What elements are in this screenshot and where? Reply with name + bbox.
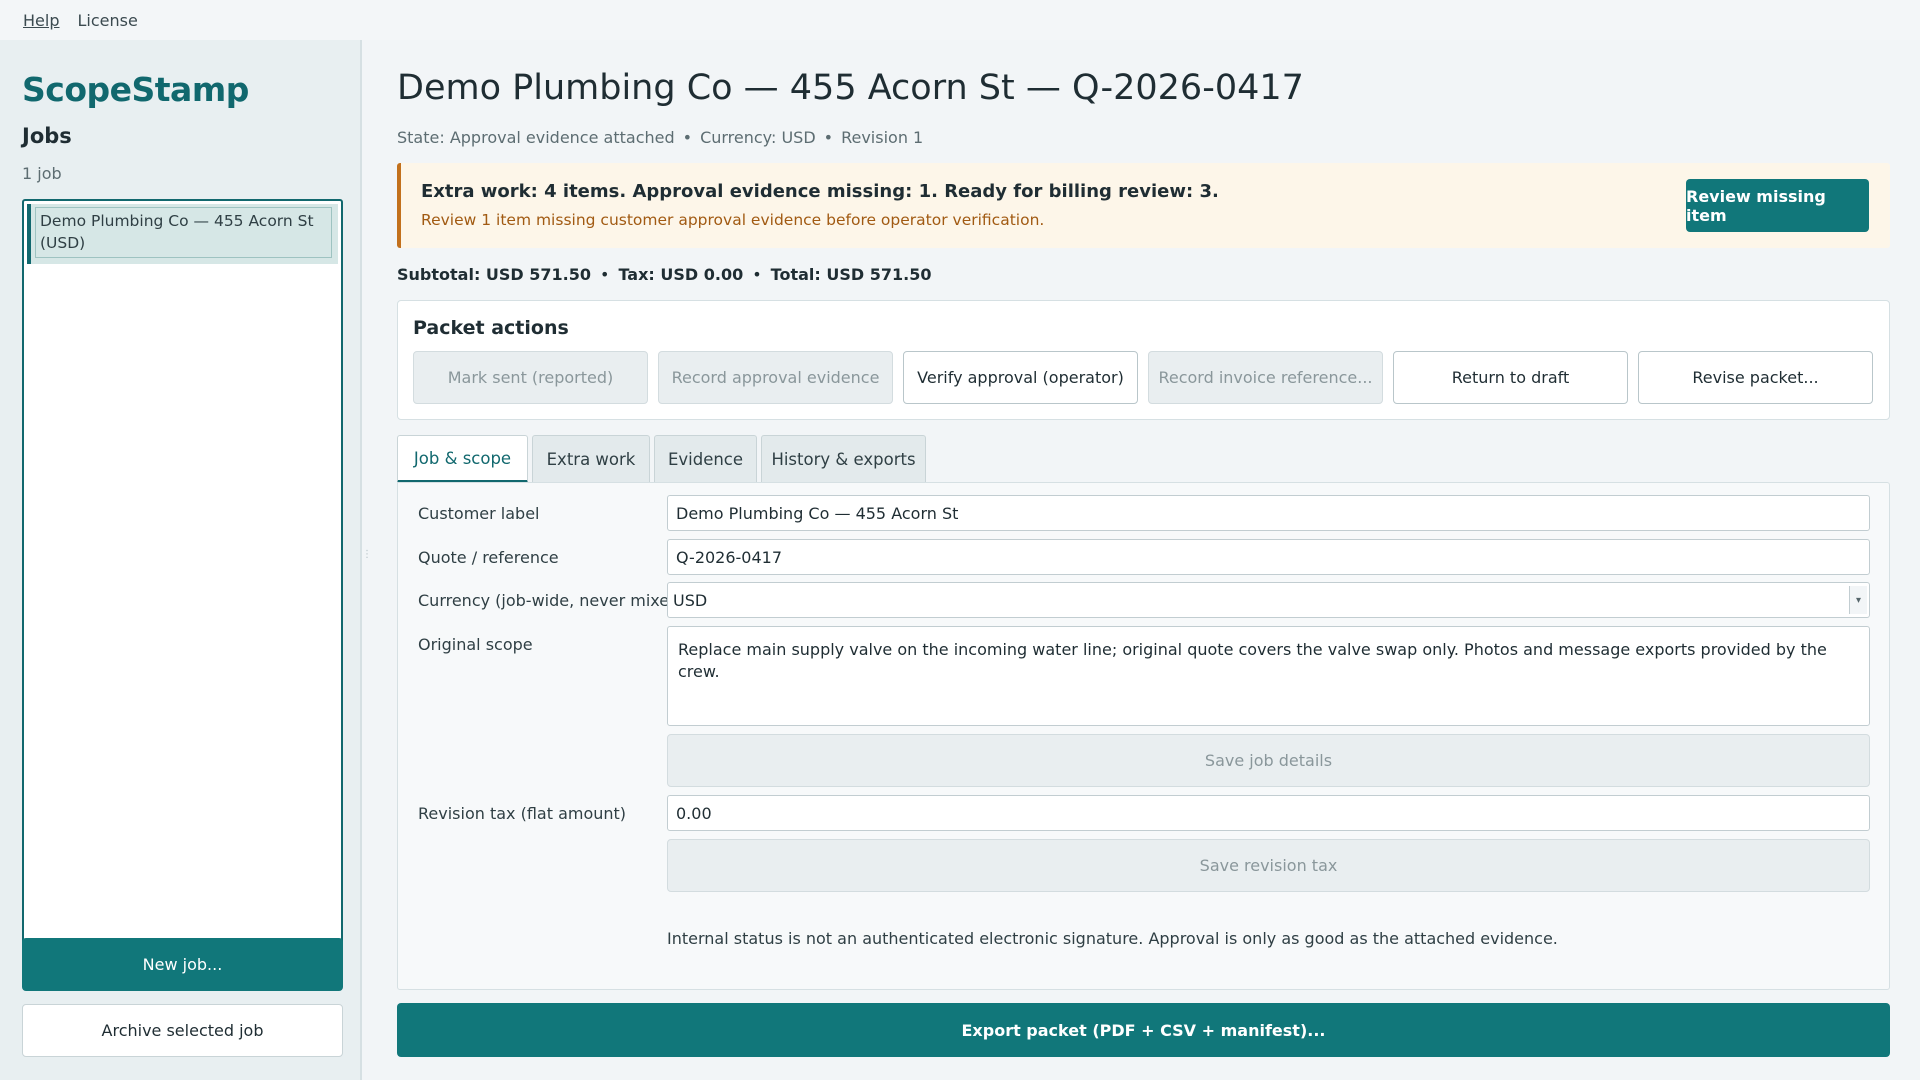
banner-title: Extra work: 4 items. Approval evidence m…: [421, 181, 1219, 202]
original-scope-textarea[interactable]: Replace main supply valve on the incomin…: [667, 626, 1870, 726]
review-missing-item-button[interactable]: Review missing item: [1686, 179, 1869, 232]
record-approval-evidence-button[interactable]: Record approval evidence: [658, 351, 893, 404]
list-item[interactable]: Demo Plumbing Co — 455 Acorn St (USD): [27, 204, 338, 264]
archive-job-button[interactable]: Archive selected job: [22, 1004, 343, 1057]
status-banner: Extra work: 4 items. Approval evidence m…: [397, 163, 1890, 248]
verify-approval-button[interactable]: Verify approval (operator): [903, 351, 1138, 404]
menu-license-label: License: [77, 10, 138, 30]
quote-reference-label: Quote / reference: [418, 548, 559, 567]
mark-sent-button[interactable]: Mark sent (reported): [413, 351, 648, 404]
page-title: Demo Plumbing Co — 455 Acorn St — Q-2026…: [397, 68, 1304, 108]
save-job-details-button[interactable]: Save job details: [667, 734, 1870, 787]
sidebar: ScopeStamp Jobs 1 job Demo Plumbing Co —…: [0, 40, 362, 1080]
job-label: Demo Plumbing Co — 455 Acorn St (USD): [35, 207, 332, 258]
menu-license[interactable]: License: [77, 11, 137, 30]
menu-bar: Help License: [0, 0, 1920, 40]
totals: Subtotal: USD 571.50 • Tax: USD 0.00 • Total…: [397, 265, 931, 284]
menu-help-label: Help: [23, 10, 60, 30]
total-text: Total: USD 571.50: [770, 265, 932, 284]
state-text: State: Approval evidence attached: [397, 128, 675, 147]
currency-text: Currency: USD: [700, 128, 816, 147]
return-to-draft-button[interactable]: Return to draft: [1393, 351, 1628, 404]
tab-history-exports[interactable]: History & exports: [761, 435, 926, 483]
revise-packet-button[interactable]: Revise packet...: [1638, 351, 1873, 404]
record-invoice-reference-button[interactable]: Record invoice reference...: [1148, 351, 1383, 404]
job-meta: State: Approval evidence attached • Curren…: [397, 128, 923, 147]
splitter-handle[interactable]: ⋮: [362, 550, 372, 570]
subtotal-text: Subtotal: USD 571.50: [397, 265, 592, 284]
currency-label: Currency (job-wide, never mixed): [418, 591, 686, 610]
export-packet-button[interactable]: Export packet (PDF + CSV + manifest)...: [397, 1003, 1890, 1057]
jobs-list[interactable]: Demo Plumbing Co — 455 Acorn St (USD): [22, 199, 343, 959]
meta-separator: •: [823, 128, 834, 147]
meta-separator: •: [682, 128, 693, 147]
tab-job-scope[interactable]: Job & scope: [397, 435, 528, 483]
packet-actions-heading: Packet actions: [413, 317, 569, 339]
customer-label-input[interactable]: Demo Plumbing Co — 455 Acorn St: [667, 495, 1870, 531]
app-brand: ScopeStamp: [22, 70, 249, 109]
revision-tax-label: Revision tax (flat amount): [418, 804, 627, 823]
totals-separator: •: [600, 265, 610, 284]
tab-extra-work[interactable]: Extra work: [532, 435, 650, 483]
save-revision-tax-button[interactable]: Save revision tax: [667, 839, 1870, 892]
packet-actions-panel: Packet actions Mark sent (reported) Reco…: [397, 300, 1890, 420]
currency-select-value: USD: [673, 590, 708, 610]
job-scope-panel: Customer label Demo Plumbing Co — 455 Ac…: [397, 482, 1890, 990]
quote-reference-input[interactable]: Q-2026-0417: [667, 539, 1870, 575]
totals-separator: •: [752, 265, 762, 284]
revision-text: Revision 1: [841, 128, 924, 147]
new-job-button[interactable]: New job...: [22, 938, 343, 991]
jobs-count: 1 job: [22, 164, 62, 183]
banner-subtitle: Review 1 item missing customer approval …: [421, 211, 1045, 229]
tab-evidence[interactable]: Evidence: [654, 435, 757, 483]
customer-label-label: Customer label: [418, 504, 540, 523]
original-scope-label: Original scope: [418, 635, 533, 654]
menu-help[interactable]: Help: [23, 11, 59, 30]
currency-select[interactable]: USD ▾: [667, 582, 1870, 618]
chevron-down-icon[interactable]: ▾: [1849, 586, 1867, 614]
tax-text: Tax: USD 0.00: [618, 265, 744, 284]
jobs-heading: Jobs: [22, 124, 72, 148]
revision-tax-input[interactable]: 0.00: [667, 795, 1870, 831]
signature-note: Internal status is not an authenticated …: [667, 929, 1558, 948]
